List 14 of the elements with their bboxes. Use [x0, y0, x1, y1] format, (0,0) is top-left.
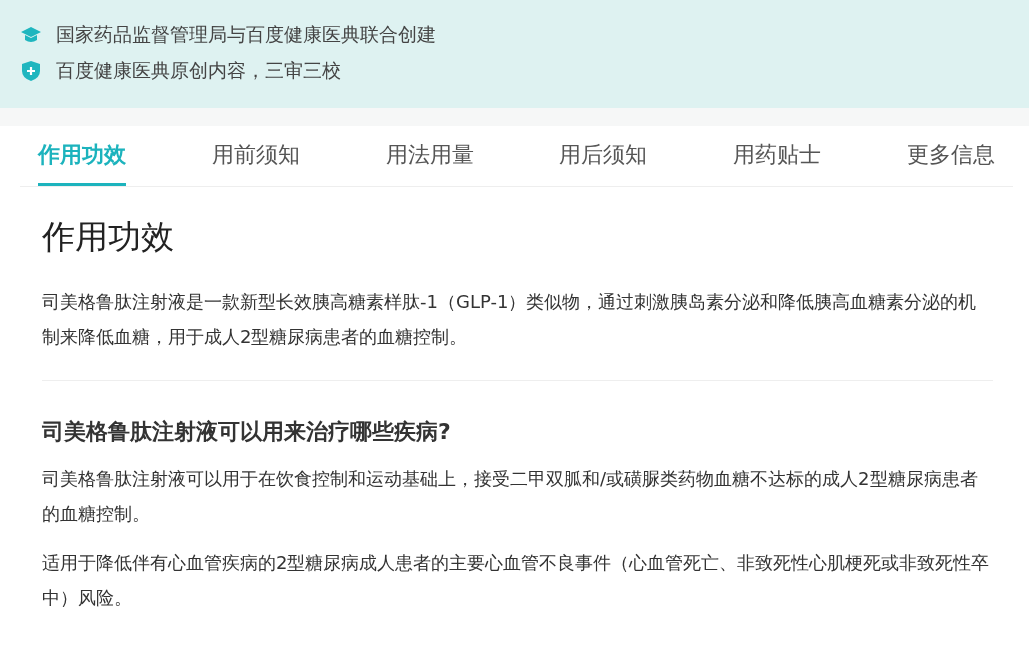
paragraph: 司美格鲁肽注射液是一款新型长效胰高糖素样肽-1（GLP-1）类似物，通过刺激胰岛素分泌和降低胰高血糖素分泌的机制来降低血糖，用于成人2型糖尿病患者的血糖控制。	[42, 290, 978, 349]
tab[interactable]: 用法用量	[385, 126, 474, 186]
tab[interactable]: 更多信息	[907, 126, 995, 186]
tab[interactable]: 用前须知	[211, 126, 300, 186]
tab[interactable]: 用药贴士	[733, 126, 822, 186]
tab[interactable]: 用后须知	[559, 126, 648, 186]
question-heading: 司美格鲁肽注射液可以用来治疗哪些疾病?	[42, 418, 452, 446]
paragraph: 适用于降低伴有心血管疾病的2型糖尿病成人患者的主要心血管不良事件（心血管死亡、非致死性心肌梗死或非致死性卒中）风险。	[42, 551, 991, 610]
banner-text: 国家药品监督管理局与百度健康医典联合创建	[56, 22, 436, 47]
section-title: 作用功效	[42, 216, 175, 258]
shield-plus-icon	[20, 60, 42, 82]
paragraph: 司美格鲁肽注射液可以用于在饮食控制和运动基础上，接受二甲双胍和/或磺脲类药物血糖不达标的成人2型糖尿病患者的血糖控制。	[42, 467, 979, 526]
graduation-cap-icon	[20, 26, 42, 44]
banner-text: 百度健康医典原创内容，三审三校	[56, 58, 341, 83]
